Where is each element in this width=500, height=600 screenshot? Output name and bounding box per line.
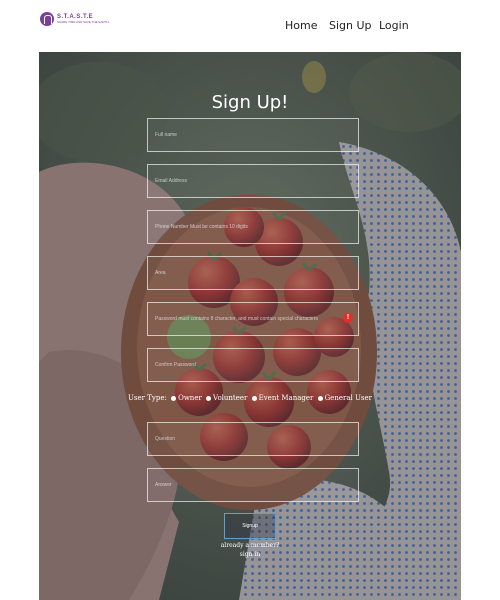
brand-subtitle: SHARE TIME AND SAVE THE EARTH [57,20,109,24]
security-answer-input[interactable] [147,468,359,502]
user-type-group: User Type: Owner Volunteer Event Manager… [0,394,500,402]
sign-in-link[interactable]: sign in [0,550,500,559]
email-input[interactable] [147,164,359,198]
user-type-general-user[interactable]: General User [317,394,372,402]
radio-icon[interactable] [251,395,257,401]
user-type-label: User Type: [128,394,167,402]
confirm-password-input[interactable] [147,348,359,382]
radio-icon[interactable] [317,395,323,401]
area-input[interactable] [147,256,359,290]
user-type-volunteer[interactable]: Volunteer [206,394,247,402]
full-name-input[interactable] [147,118,359,152]
radio-icon[interactable] [206,395,212,401]
phone-input[interactable] [147,210,359,244]
user-type-owner[interactable]: Owner [171,394,202,402]
already-member-text: already a member? sign in [0,541,500,559]
form-heading: Sign Up! [211,92,289,113]
radio-icon[interactable] [171,395,177,401]
signup-button[interactable]: Signup [224,513,276,539]
security-question-input[interactable] [147,422,359,456]
nav-home[interactable]: Home [285,19,317,32]
site-header: S.T.A.S.T.E SHARE TIME AND SAVE THE EART… [0,0,500,52]
logo-icon [40,12,54,26]
password-input[interactable] [147,302,359,336]
brand-logo[interactable]: S.T.A.S.T.E SHARE TIME AND SAVE THE EART… [40,12,109,26]
nav-signup[interactable]: Sign Up [329,19,372,32]
user-type-event-manager[interactable]: Event Manager [251,394,313,402]
nav-login[interactable]: Login [379,19,409,32]
password-error-icon: ! [343,313,353,323]
already-member-label: already a member? [220,542,280,549]
